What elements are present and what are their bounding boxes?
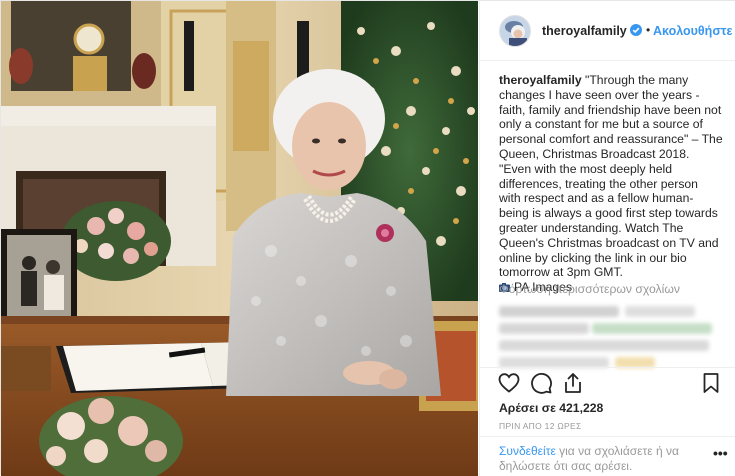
avatar-image [500, 16, 530, 46]
login-link[interactable]: Συνδεθείτε [499, 444, 556, 458]
username-link[interactable]: theroyalfamily [542, 24, 627, 38]
blurred-comment [499, 340, 709, 351]
login-to-comment: Συνδεθείτε για να σχολιάσετε ή να δηλώσε… [499, 444, 699, 473]
caption-username[interactable]: theroyalfamily [499, 73, 582, 87]
blurred-comment [499, 306, 619, 317]
post-sidebar: theroyalfamily • Ακολουθήστε theroyalfam… [479, 1, 735, 476]
divider [480, 436, 735, 437]
caption-paragraph-2: "Even with the most deeply held differen… [499, 161, 719, 280]
more-options-icon[interactable]: ••• [713, 445, 728, 461]
load-more-comments-link[interactable]: Φόρτωση περισσότερων σχολίων [499, 282, 680, 296]
post-photo[interactable] [1, 1, 478, 476]
follow-button[interactable]: Ακολουθήστε [653, 24, 732, 38]
separator-dot: • [646, 23, 651, 37]
action-bar [497, 371, 722, 395]
christmas-broadcast-photo [1, 1, 478, 476]
bookmark-icon[interactable] [699, 371, 723, 395]
share-icon[interactable] [561, 371, 585, 395]
post-caption: theroyalfamily "Through the many changes… [499, 73, 723, 295]
post-header: theroyalfamily • Ακολουθήστε [480, 1, 735, 61]
blurred-comment [499, 323, 589, 334]
blurred-comment [625, 306, 695, 317]
verified-badge-icon [630, 24, 642, 36]
divider [480, 367, 735, 368]
post-timestamp[interactable]: ΠΡΙΝ ΑΠΟ 12 ΩΡΕΣ [499, 421, 582, 431]
caption-paragraph-1: theroyalfamily "Through the many changes… [499, 73, 723, 162]
likes-count[interactable]: Αρέσει σε 421,228 [499, 401, 603, 415]
blurred-comment [592, 323, 712, 334]
heart-icon[interactable] [497, 371, 521, 395]
comment-bubble-icon[interactable] [529, 371, 553, 395]
instagram-post: theroyalfamily • Ακολουθήστε theroyalfam… [0, 0, 735, 476]
avatar[interactable] [499, 15, 531, 47]
